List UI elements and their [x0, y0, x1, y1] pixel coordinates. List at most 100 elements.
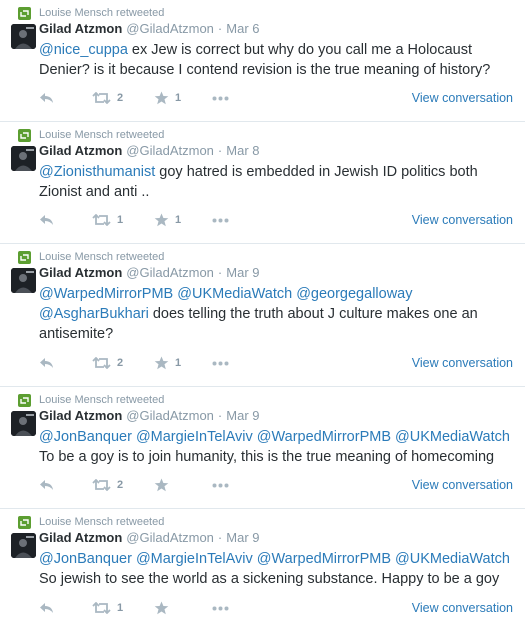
favorite-button[interactable]: 1 [154, 356, 212, 370]
username[interactable]: @GiladAtzmon [126, 530, 214, 545]
timestamp[interactable]: Mar 9 [226, 408, 259, 423]
reply-icon [40, 215, 53, 225]
tweet-actions: 1 View conversation [39, 599, 513, 617]
tweet-header: Gilad Atzmon @GiladAtzmon · Mar 8 [39, 143, 260, 159]
tweet-body: To be a goy is to join humanity, this is… [39, 449, 495, 465]
fullname[interactable]: Gilad Atzmon [39, 143, 122, 158]
more-icon [212, 606, 229, 610]
retweet-icon [18, 393, 31, 407]
retweeter-label[interactable]: Louise Mensch retweeted [39, 516, 164, 528]
tweet[interactable]: Louise Mensch retweeted Gilad Atzmon @Gi… [0, 122, 525, 244]
tweet-text: @JonBanquer @MargieInTelAviv @WarpedMirr… [39, 549, 515, 589]
tweet[interactable]: Louise Mensch retweeted Gilad Atzmon @Gi… [0, 0, 525, 122]
tweet-body: So jewish to see the world as a sickenin… [39, 571, 500, 587]
view-conversation-link[interactable]: View conversation [412, 478, 513, 492]
favorite-count: 1 [175, 92, 182, 104]
view-conversation-link[interactable]: View conversation [412, 601, 513, 615]
username[interactable]: @GiladAtzmon [126, 265, 214, 280]
retweet-context: Louise Mensch retweeted [18, 393, 164, 407]
reply-button[interactable] [39, 479, 92, 491]
retweet-button[interactable]: 2 [92, 92, 154, 104]
reply-button[interactable] [39, 92, 92, 104]
retweet-icon [92, 479, 111, 491]
timestamp[interactable]: Mar 9 [226, 265, 259, 280]
retweeter-label[interactable]: Louise Mensch retweeted [39, 251, 164, 263]
reply-icon [40, 93, 53, 103]
favorite-button[interactable] [154, 478, 212, 492]
reply-icon [40, 603, 53, 613]
tweet-header: Gilad Atzmon @GiladAtzmon · Mar 9 [39, 265, 260, 281]
username[interactable]: @GiladAtzmon [126, 408, 214, 423]
retweet-button[interactable]: 1 [92, 602, 154, 614]
retweet-button[interactable]: 1 [92, 214, 154, 226]
mention-link[interactable]: @JonBanquer @MargieInTelAviv @WarpedMirr… [39, 551, 510, 567]
retweet-button[interactable]: 2 [92, 479, 154, 491]
separator-dot: · [217, 530, 223, 545]
retweet-icon [18, 128, 31, 142]
retweet-icon [18, 250, 31, 264]
more-button[interactable] [212, 483, 252, 488]
favorite-button[interactable]: 1 [154, 213, 212, 227]
retweet-context: Louise Mensch retweeted [18, 128, 164, 142]
avatar[interactable] [11, 533, 36, 558]
separator-dot: · [217, 408, 223, 423]
retweet-count: 2 [117, 479, 124, 491]
tweet-actions: 2 1 View conversation [39, 354, 513, 372]
tweet-actions: 2 1 View conversation [39, 89, 513, 107]
view-conversation-link[interactable]: View conversation [412, 356, 513, 370]
retweet-button[interactable]: 2 [92, 357, 154, 369]
favorite-count: 1 [175, 357, 182, 369]
retweet-icon [92, 214, 111, 226]
timestamp[interactable]: Mar 8 [226, 143, 259, 158]
more-button[interactable] [212, 218, 252, 223]
tweet-header: Gilad Atzmon @GiladAtzmon · Mar 9 [39, 408, 260, 424]
retweet-context: Louise Mensch retweeted [18, 250, 164, 264]
mention-link[interactable]: @nice_cuppa [39, 42, 128, 58]
mention-link[interactable]: @Zionisthumanist [39, 164, 155, 180]
fullname[interactable]: Gilad Atzmon [39, 21, 122, 36]
mention-link[interactable]: @JonBanquer @MargieInTelAviv @WarpedMirr… [39, 429, 510, 445]
more-icon [212, 483, 229, 487]
star-icon [154, 91, 169, 105]
username[interactable]: @GiladAtzmon [126, 21, 214, 36]
favorite-button[interactable]: 1 [154, 91, 212, 105]
separator-dot: · [217, 265, 223, 280]
tweet-actions: 2 View conversation [39, 476, 513, 494]
fullname[interactable]: Gilad Atzmon [39, 408, 122, 423]
star-icon [154, 478, 169, 492]
tweet[interactable]: Louise Mensch retweeted Gilad Atzmon @Gi… [0, 387, 525, 509]
username[interactable]: @GiladAtzmon [126, 143, 214, 158]
reply-icon [40, 358, 53, 368]
avatar[interactable] [11, 268, 36, 293]
fullname[interactable]: Gilad Atzmon [39, 265, 122, 280]
retweeter-label[interactable]: Louise Mensch retweeted [39, 7, 164, 19]
view-conversation-link[interactable]: View conversation [412, 213, 513, 227]
retweet-count: 1 [117, 214, 124, 226]
timestamp[interactable]: Mar 9 [226, 530, 259, 545]
more-button[interactable] [212, 361, 252, 366]
reply-button[interactable] [39, 602, 92, 614]
avatar[interactable] [11, 24, 36, 49]
retweet-count: 1 [117, 602, 124, 614]
reply-button[interactable] [39, 214, 92, 226]
reply-button[interactable] [39, 357, 92, 369]
tweet-text: @nice_cuppa ex Jew is correct but why do… [39, 40, 515, 80]
retweet-count: 2 [117, 92, 124, 104]
separator-dot: · [217, 143, 223, 158]
avatar[interactable] [11, 146, 36, 171]
more-icon [212, 361, 229, 365]
timestamp[interactable]: Mar 6 [226, 21, 259, 36]
view-conversation-link[interactable]: View conversation [412, 91, 513, 105]
retweeter-label[interactable]: Louise Mensch retweeted [39, 129, 164, 141]
retweeter-label[interactable]: Louise Mensch retweeted [39, 394, 164, 406]
avatar[interactable] [11, 411, 36, 436]
tweet[interactable]: Louise Mensch retweeted Gilad Atzmon @Gi… [0, 509, 525, 631]
tweet[interactable]: Louise Mensch retweeted Gilad Atzmon @Gi… [0, 244, 525, 387]
favorite-button[interactable] [154, 601, 212, 615]
more-button[interactable] [212, 606, 252, 611]
fullname[interactable]: Gilad Atzmon [39, 530, 122, 545]
tweet-actions: 1 1 View conversation [39, 211, 513, 229]
more-button[interactable] [212, 96, 252, 101]
separator-dot: · [217, 21, 223, 36]
retweet-icon [18, 6, 31, 20]
